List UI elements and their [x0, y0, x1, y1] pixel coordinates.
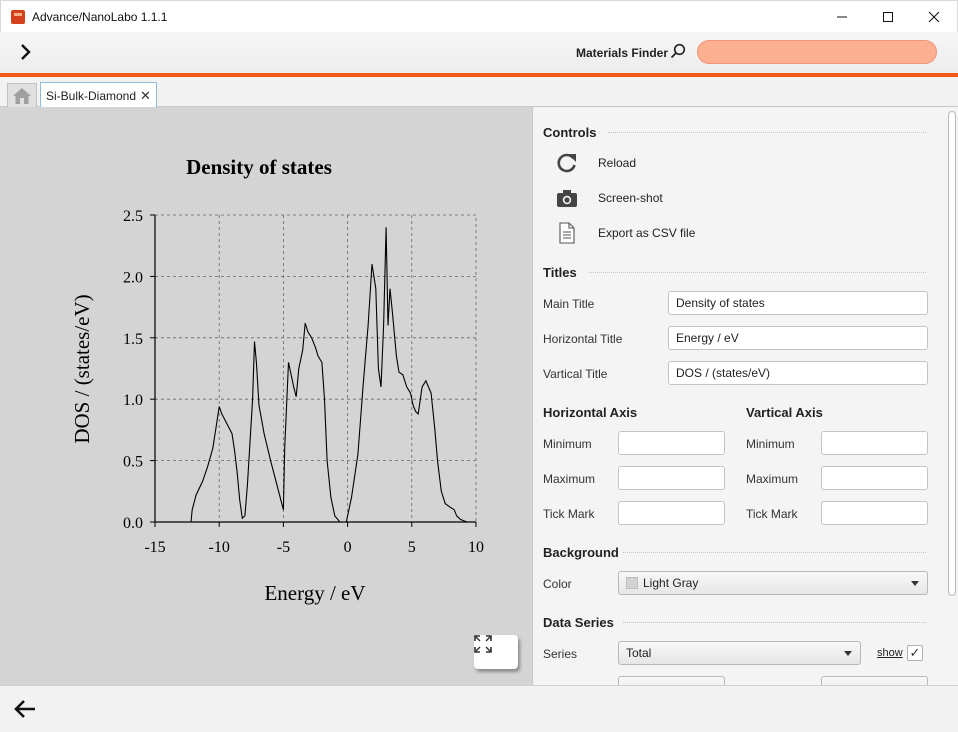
chevron-down-icon: [911, 581, 919, 586]
expand-chart-button[interactable]: [474, 635, 518, 669]
x-tick-label: 10: [468, 539, 484, 556]
series-label: Series: [543, 647, 578, 661]
app-logo-icon: [11, 9, 25, 24]
bottom-bar: [0, 685, 958, 732]
export-csv-button[interactable]: Export as CSV file: [555, 221, 695, 245]
x-axis-label: Energy / eV: [264, 581, 365, 605]
series-width-select[interactable]: [821, 676, 928, 685]
close-icon[interactable]: [911, 1, 957, 33]
y-tick-label: 0.0: [123, 515, 143, 532]
background-color-label: Color: [543, 577, 572, 591]
maximize-icon[interactable]: [865, 1, 911, 33]
main-toolbar: Materials Finder: [0, 32, 958, 73]
section-divider: [623, 552, 926, 553]
controls-section-title: Controls: [543, 125, 597, 140]
v-min-label: Minimum: [746, 437, 795, 451]
chevron-right-icon[interactable]: [14, 41, 36, 63]
titles-section-title: Titles: [543, 265, 577, 280]
vertical-axis-section-title: Vartical Axis: [746, 405, 823, 420]
h-max-label: Maximum: [543, 472, 596, 486]
y-tick-label: 1.0: [123, 392, 143, 409]
y-tick-label: 1.5: [123, 331, 143, 348]
background-color-select[interactable]: Light Gray: [618, 571, 928, 595]
materials-finder-label: Materials Finder: [576, 46, 669, 60]
panel-scrollbar[interactable]: [947, 111, 956, 681]
section-divider: [623, 622, 926, 623]
h-max-input[interactable]: [618, 466, 725, 490]
x-tick-label: -10: [209, 539, 230, 556]
main-title-input[interactable]: [668, 291, 928, 315]
y-axis-label: DOS / (states/eV): [70, 294, 94, 443]
section-divider: [589, 272, 926, 273]
scrollbar-thumb[interactable]: [948, 111, 956, 596]
chart-title: Density of states: [186, 155, 332, 179]
main-title-label: Main Title: [543, 297, 595, 311]
y-tick-label: 2.0: [123, 269, 143, 286]
h-min-input[interactable]: [618, 431, 725, 455]
vertical-title-input[interactable]: [668, 361, 928, 385]
document-icon: [555, 221, 579, 245]
tab-label: Si-Bulk-Diamond: [46, 88, 137, 103]
v-min-input[interactable]: [821, 431, 928, 455]
back-arrow-icon[interactable]: [12, 696, 38, 722]
minimize-icon[interactable]: [819, 1, 865, 33]
camera-icon: [555, 186, 579, 210]
chart-settings-panel: Controls Reload Screen-shot Export as CS…: [532, 107, 958, 685]
horizontal-title-label: Horizontal Title: [543, 332, 623, 346]
home-icon: [13, 87, 31, 104]
tab-bar: Si-Bulk-Diamond ✕: [0, 77, 958, 108]
v-max-input[interactable]: [821, 466, 928, 490]
data-series-section-title: Data Series: [543, 615, 614, 630]
show-series-checkbox[interactable]: ✓: [907, 645, 923, 661]
h-min-label: Minimum: [543, 437, 592, 451]
color-swatch: [626, 577, 638, 589]
background-section-title: Background: [543, 545, 619, 560]
chevron-down-icon: [844, 651, 852, 656]
window-title: Advance/NanoLabo 1.1.1: [32, 9, 168, 24]
show-series-label[interactable]: show: [877, 647, 903, 659]
tab-si-bulk-diamond[interactable]: Si-Bulk-Diamond ✕: [40, 82, 157, 108]
v-max-label: Maximum: [746, 472, 799, 486]
v-tick-label: Tick Mark: [746, 507, 798, 521]
materials-finder-input[interactable]: [697, 40, 937, 64]
y-tick-label: 2.5: [123, 208, 143, 225]
series-line-total: [190, 227, 474, 523]
horizontal-axis-section-title: Horizontal Axis: [543, 405, 638, 420]
series-select[interactable]: Total: [618, 641, 861, 665]
h-tick-label: Tick Mark: [543, 507, 595, 521]
horizontal-title-input[interactable]: [668, 326, 928, 350]
x-tick-label: 0: [344, 539, 352, 556]
search-icon[interactable]: [670, 43, 686, 59]
screenshot-button[interactable]: Screen-shot: [555, 186, 663, 210]
h-tick-input[interactable]: [618, 501, 725, 525]
tab-close-icon[interactable]: ✕: [140, 88, 151, 104]
tab-home[interactable]: [7, 83, 37, 107]
x-tick-label: 5: [408, 539, 416, 556]
section-divider: [608, 132, 926, 133]
expand-icon: [474, 635, 492, 653]
series-color-select[interactable]: [618, 676, 725, 685]
x-tick-label: -5: [277, 539, 290, 556]
plot-frame: [154, 214, 477, 523]
vertical-title-label: Vartical Title: [543, 367, 608, 381]
reload-button[interactable]: Reload: [555, 151, 636, 175]
dos-chart: Density of states -15 -10 -5 0 5 10 0.0 0.5 1.0 1…: [70, 155, 484, 605]
x-tick-label: -15: [144, 539, 165, 556]
v-tick-input[interactable]: [821, 501, 928, 525]
y-tick-label: 0.5: [123, 454, 143, 471]
reload-icon: [555, 151, 579, 175]
window-titlebar: Advance/NanoLabo 1.1.1: [0, 0, 958, 32]
chart-pane: Density of states -15 -10 -5 0 5 10 0.0 0.5 1.0 1…: [0, 107, 532, 685]
